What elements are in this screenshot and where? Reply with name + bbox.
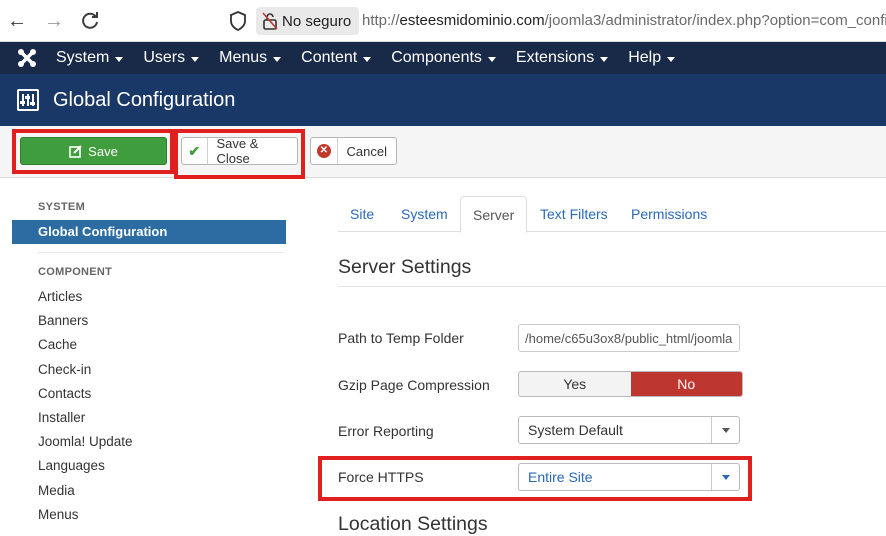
save-button[interactable]: Save	[20, 137, 167, 165]
sidebar-item-banners[interactable]: Banners	[12, 309, 286, 333]
menu-label: Extensions	[515, 49, 595, 66]
menu-label: Menus	[219, 49, 268, 66]
checkmark-icon: ✔	[182, 138, 208, 164]
browser-bar: ← → No seguro http://esteesmidominio.com…	[0, 0, 886, 42]
edit-icon	[69, 144, 82, 158]
error-reporting-select[interactable]: System Default	[518, 416, 740, 444]
caret-down-icon	[273, 56, 282, 62]
menu-label: System	[56, 49, 110, 66]
tracking-shield-icon[interactable]	[229, 11, 247, 31]
equalizer-icon	[17, 89, 39, 111]
error-reporting-value: System Default	[528, 422, 623, 438]
gzip-label: Gzip Page Compression	[338, 377, 490, 393]
sidebar-divider	[38, 252, 284, 253]
caret-down-icon	[487, 56, 496, 62]
site-security-chip[interactable]: No seguro	[256, 7, 360, 35]
caret-down-icon	[115, 56, 124, 62]
sidebar-heading-component: COMPONENT	[38, 266, 113, 278]
menu-components[interactable]: Components	[381, 42, 506, 74]
sidebar-item-installer[interactable]: Installer	[12, 406, 286, 430]
url-prefix: http://	[362, 12, 400, 29]
error-reporting-label: Error Reporting	[338, 423, 434, 439]
back-arrow-icon[interactable]: ←	[4, 8, 30, 34]
menu-label: Users	[143, 49, 186, 66]
gzip-no-option[interactable]: No	[630, 372, 742, 396]
menu-extensions[interactable]: Extensions	[506, 42, 618, 74]
security-label: No seguro	[282, 12, 352, 30]
sidebar: SYSTEM Global Configuration COMPONENT Ar…	[12, 194, 286, 527]
sidebar-item-menus[interactable]: Menus	[12, 503, 286, 527]
temp-folder-label: Path to Temp Folder	[338, 330, 464, 346]
next-section-title: Location Settings	[338, 513, 488, 535]
gzip-toggle: Yes No	[518, 371, 743, 397]
tab-system[interactable]: System	[389, 196, 460, 232]
sidebar-item-check-in[interactable]: Check-in	[12, 358, 286, 382]
menu-menus[interactable]: Menus	[209, 42, 291, 74]
menu-system[interactable]: System	[46, 42, 133, 74]
section-divider	[338, 286, 886, 287]
tab-site[interactable]: Site	[338, 196, 386, 232]
chevron-down-icon	[711, 464, 739, 490]
sidebar-item-media[interactable]: Media	[12, 479, 286, 503]
unlocked-lock-icon	[262, 12, 278, 30]
force-https-select[interactable]: Entire Site	[518, 463, 740, 491]
sidebar-item-contacts[interactable]: Contacts	[12, 382, 286, 406]
sidebar-item-global-configuration[interactable]: Global Configuration	[12, 220, 286, 244]
sidebar-item-articles[interactable]: Articles	[12, 285, 286, 309]
sidebar-heading-system: SYSTEM	[38, 201, 86, 213]
config-tabs: Site System Server Text Filters Permissi…	[338, 196, 886, 233]
sidebar-item-languages[interactable]: Languages	[12, 454, 286, 478]
tab-text-filters[interactable]: Text Filters	[528, 196, 620, 232]
chevron-down-icon	[711, 417, 739, 443]
menu-label: Content	[301, 49, 358, 66]
save-close-label: Save & Close	[216, 136, 259, 166]
cancel-circle-icon: ✕	[311, 138, 338, 164]
page-title: Global Configuration	[53, 88, 236, 111]
menu-help[interactable]: Help	[618, 42, 685, 74]
menu-content[interactable]: Content	[291, 42, 381, 74]
menu-label: Help	[628, 49, 662, 66]
forward-arrow-icon[interactable]: →	[41, 8, 67, 34]
url-host: esteesmidominio.com	[399, 12, 545, 29]
tab-permissions[interactable]: Permissions	[619, 196, 719, 232]
caret-down-icon	[363, 56, 372, 62]
save-close-button[interactable]: ✔ Save & Close	[181, 136, 298, 166]
caret-down-icon	[667, 56, 676, 62]
tab-server[interactable]: Server	[460, 196, 528, 233]
url-path: /joomla3/administrator/index.php?option=…	[544, 12, 886, 29]
toolbar: Save ✔ Save & Close ✕ Cancel	[0, 126, 886, 178]
joomla-logo-icon[interactable]	[8, 42, 46, 74]
menu-users[interactable]: Users	[133, 42, 209, 74]
gzip-yes-option[interactable]: Yes	[519, 372, 631, 396]
force-https-value: Entire Site	[528, 469, 593, 485]
address-bar[interactable]: http://esteesmidominio.com/joomla3/admin…	[362, 12, 886, 29]
sidebar-item-joomla-update[interactable]: Joomla! Update	[12, 430, 286, 454]
cancel-label: Cancel	[346, 143, 387, 159]
save-label: Save	[88, 143, 118, 159]
sidebar-item-cache[interactable]: Cache	[12, 333, 286, 357]
caret-down-icon	[191, 56, 200, 62]
temp-folder-input[interactable]	[518, 324, 740, 352]
force-https-label: Force HTTPS	[338, 469, 424, 485]
menu-label: Components	[391, 49, 482, 66]
caret-down-icon	[600, 56, 609, 62]
reload-icon[interactable]	[77, 8, 103, 34]
section-title: Server Settings	[338, 256, 472, 278]
cancel-button[interactable]: ✕ Cancel	[310, 137, 397, 165]
admin-menu-bar: System Users Menus Content Components Ex…	[0, 42, 886, 74]
page-header: Global Configuration	[0, 74, 886, 126]
